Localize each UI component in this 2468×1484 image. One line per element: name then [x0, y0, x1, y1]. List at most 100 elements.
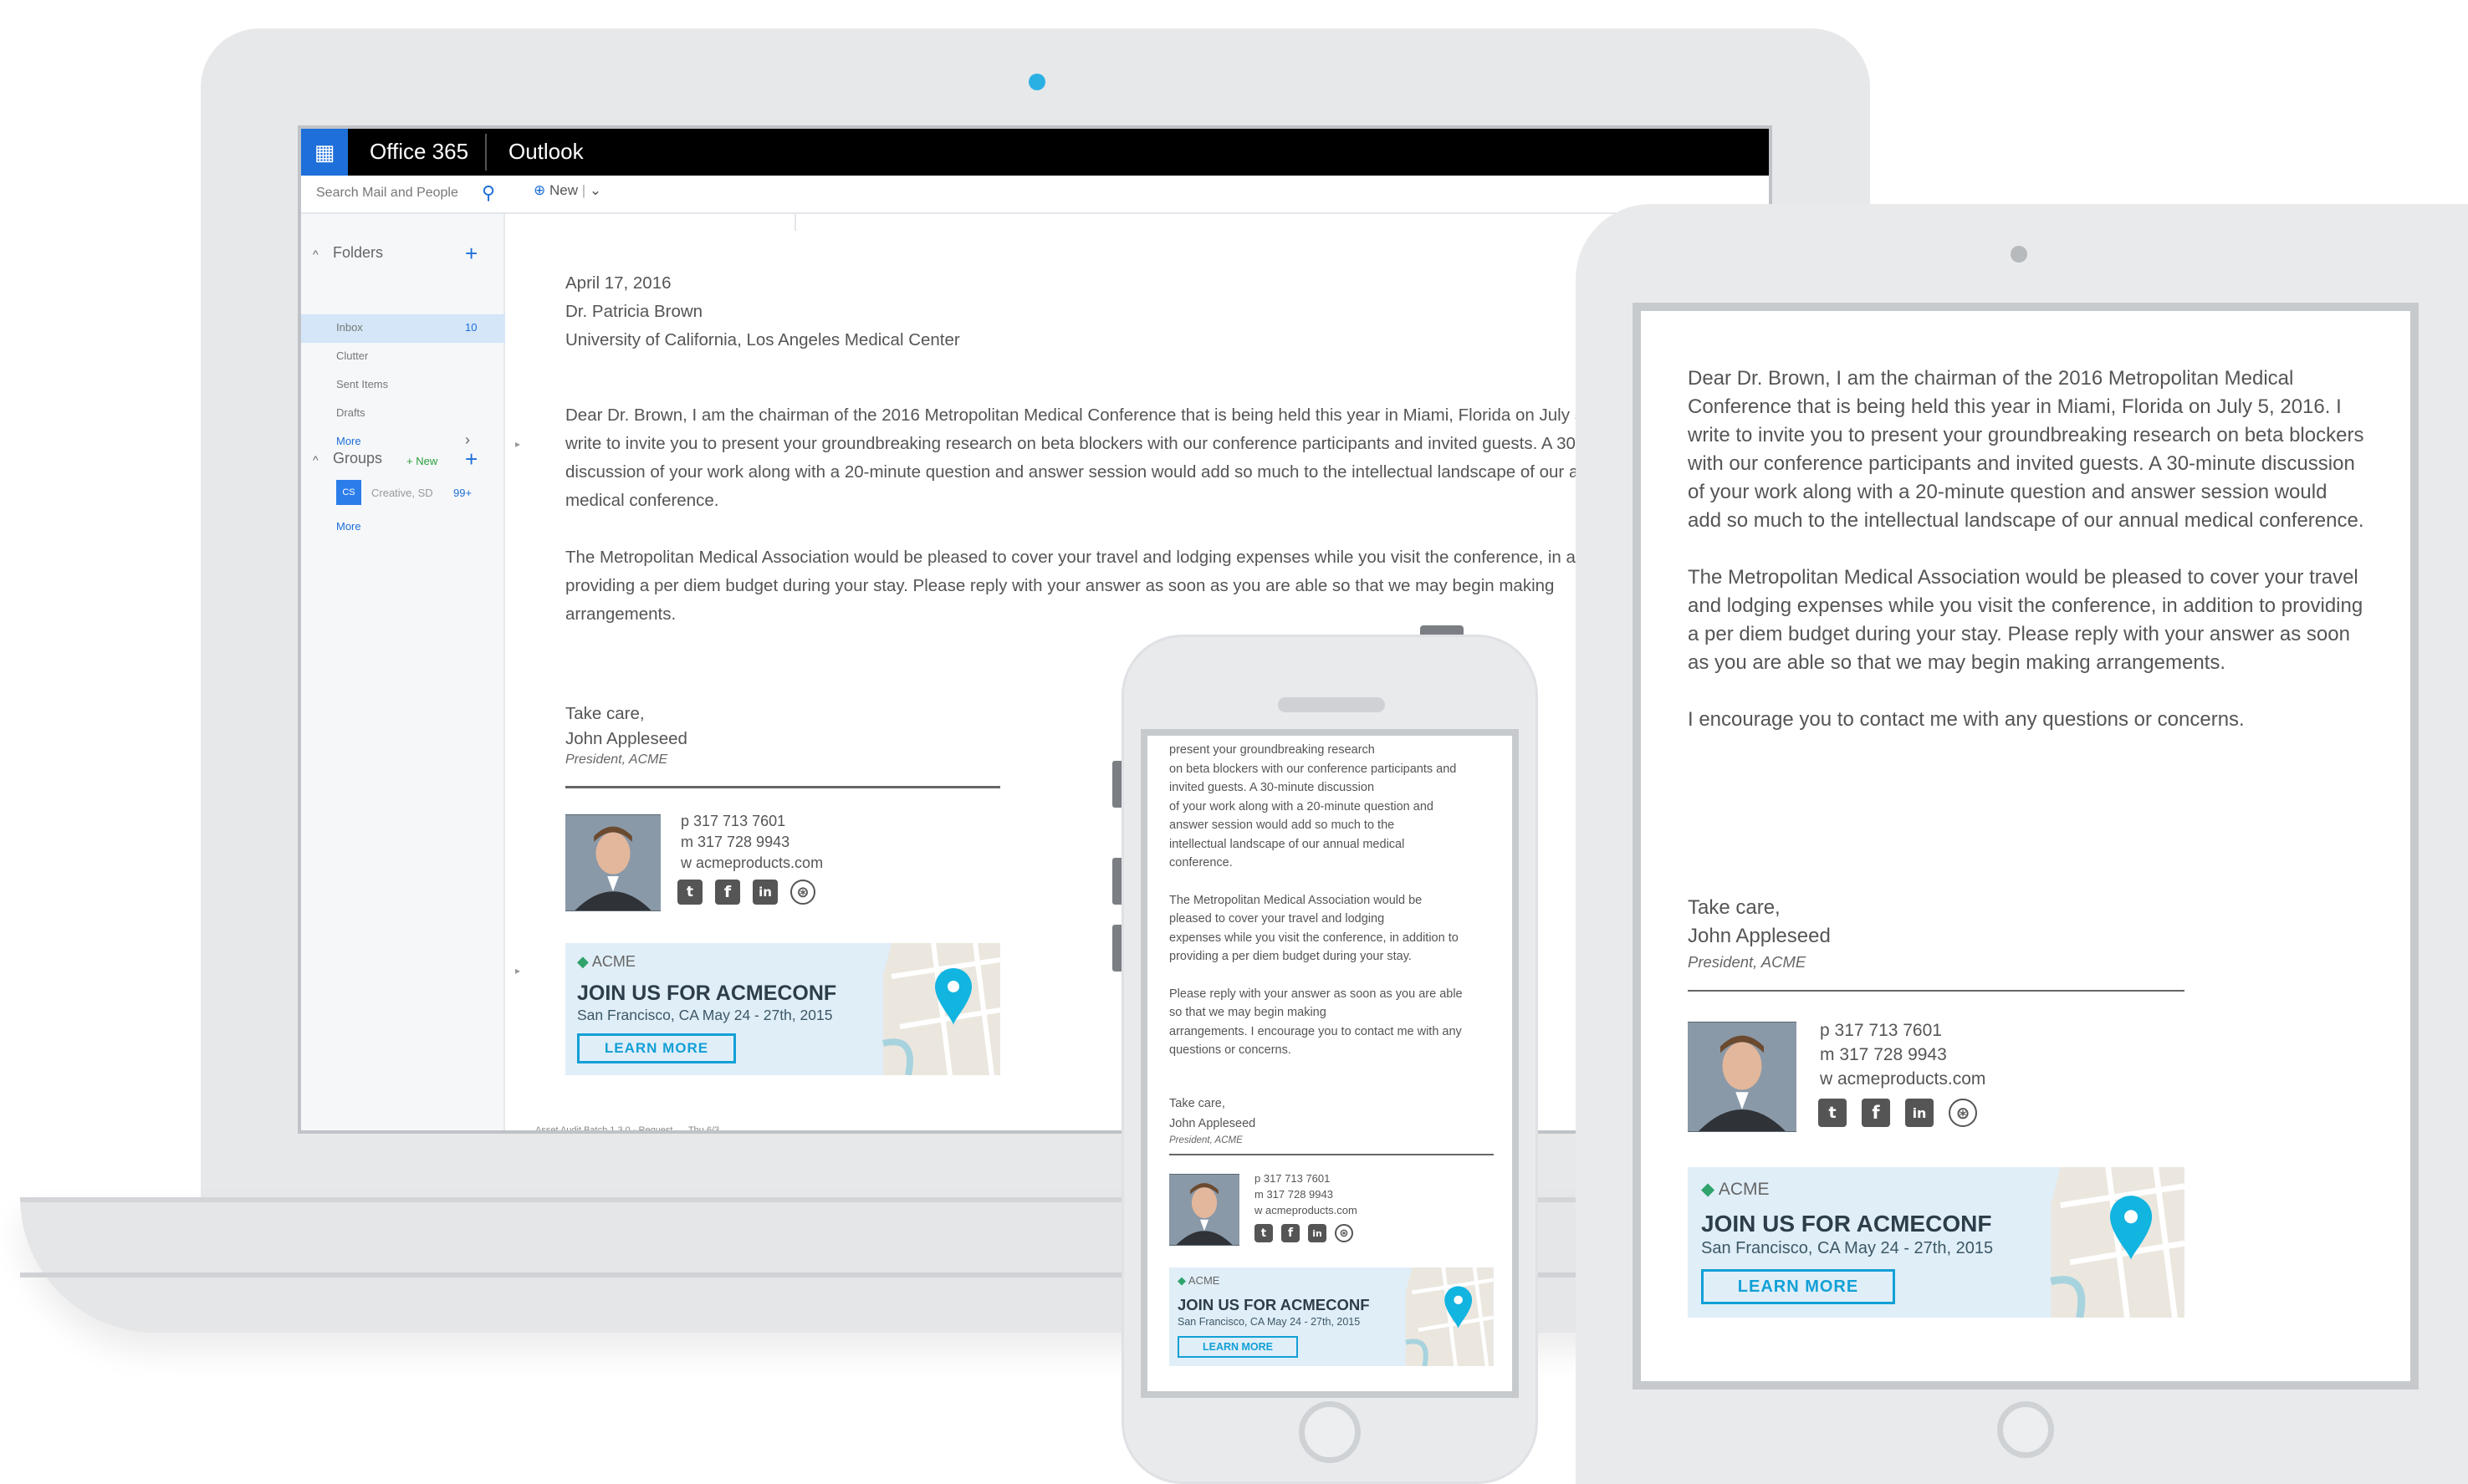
search-input[interactable]: Search Mail and People	[316, 186, 458, 201]
text-line: pleased to cover your travel and lodging	[1169, 912, 1385, 926]
banner-subline: San Francisco, CA May 24 - 27th, 2015	[1178, 1316, 1361, 1328]
social-icons: t f in ⊛	[1254, 1224, 1353, 1242]
contact-block: p 317 713 7601 m 317 728 9943 w acmeprod…	[681, 811, 823, 874]
expand-arrow-icon-2[interactable]: ▸	[515, 965, 520, 977]
groups-header[interactable]: Groups	[333, 450, 382, 467]
dribbble-icon[interactable]: ⊛	[1949, 1099, 1977, 1127]
folders-header[interactable]: Folders	[333, 244, 383, 262]
tablet-paragraph-1: Dear Dr. Brown, I am the chairman of the…	[1688, 367, 2364, 532]
side-tab-1	[1112, 761, 1124, 808]
learn-more-button[interactable]: LEARN MORE	[1701, 1269, 1895, 1304]
map-pin-icon	[1387, 1267, 1494, 1366]
app-title[interactable]: Office 365	[370, 139, 468, 165]
text-line: intellectual landscape of our annual med…	[1169, 837, 1405, 851]
linkedin-icon[interactable]: in	[753, 880, 778, 905]
phone-speaker	[1278, 697, 1385, 712]
tablet-paragraph-2: The Metropolitan Medical Association wou…	[1688, 566, 2363, 674]
signer-photo	[565, 814, 661, 911]
collapse-folders-icon[interactable]: ^	[313, 247, 319, 261]
learn-more-button[interactable]: LEARN MORE	[1178, 1336, 1298, 1358]
map-pin-icon	[2022, 1167, 2184, 1318]
add-folder-icon[interactable]: +	[465, 241, 478, 267]
twitter-icon[interactable]: t	[1254, 1224, 1273, 1242]
text-line: of your work along with a 20-minute ques…	[1169, 799, 1433, 813]
mobile-line[interactable]: m 317 728 9943	[681, 832, 823, 853]
website-link[interactable]: w acmeproducts.com	[1820, 1067, 1985, 1091]
folder-inbox[interactable]: Inbox	[336, 321, 363, 334]
website-link[interactable]: w acmeproducts.com	[1254, 1202, 1357, 1218]
dribbble-icon[interactable]: ⊛	[1335, 1224, 1353, 1242]
website-link[interactable]: w acmeproducts.com	[681, 853, 823, 874]
tablet-home-button[interactable]	[1997, 1401, 2054, 1458]
tablet-signature: Take care, John Appleseed President, ACM…	[1688, 896, 2206, 1331]
learn-more-button[interactable]: LEARN MORE	[577, 1033, 736, 1063]
groups-new-link[interactable]: + New	[406, 455, 437, 467]
banner-subline: San Francisco, CA May 24 - 27th, 2015	[577, 1007, 833, 1023]
phone-home-button[interactable]	[1299, 1401, 1361, 1463]
phone-screen: present your groundbreaking research on …	[1141, 729, 1519, 1398]
folder-sent-items[interactable]: Sent Items	[336, 378, 388, 390]
groups-more-link[interactable]: More	[336, 520, 361, 533]
folders-more-link[interactable]: More	[336, 435, 361, 447]
twitter-icon[interactable]: t	[677, 880, 703, 905]
reading-pane-divider	[795, 214, 796, 231]
search-icon[interactable]: ⚲	[482, 182, 495, 204]
signature-divider	[565, 786, 1000, 788]
linkedin-icon[interactable]: in	[1905, 1099, 1934, 1127]
folder-clutter[interactable]: Clutter	[336, 349, 368, 362]
facebook-icon[interactable]: f	[715, 880, 740, 905]
brand-name: ACME	[1718, 1180, 1770, 1199]
new-button[interactable]: ⊕ New | ⌄	[534, 182, 601, 199]
tablet-camera-icon	[2011, 246, 2027, 263]
phone-line: p 317 713 7601	[681, 813, 786, 829]
twitter-icon[interactable]: t	[1818, 1099, 1847, 1127]
tablet-paragraph-3: I encourage you to contact me with any q…	[1688, 708, 2245, 731]
text-line: conference.	[1169, 856, 1233, 869]
expand-arrow-icon[interactable]: ▸	[515, 438, 520, 450]
collapse-groups-icon[interactable]: ^	[313, 453, 319, 467]
social-icons: t f in ⊛	[677, 880, 815, 905]
folder-drafts[interactable]: Drafts	[336, 406, 365, 419]
side-tab-3	[1112, 925, 1124, 971]
row-subject: Asset Audit Batch 1.3.0 - Request	[535, 1125, 673, 1134]
acmeconf-banner[interactable]: ◆ ACME JOIN US FOR ACMECONF San Francisc…	[1169, 1267, 1494, 1366]
mobile-line[interactable]: m 317 728 9943	[1820, 1043, 1985, 1067]
text-line: on beta blockers with our conference par…	[1169, 762, 1457, 776]
waffle-grid-icon[interactable]: ▦	[301, 129, 348, 176]
topbar-divider	[485, 134, 487, 171]
acme-brand: ◆ ACME	[1701, 1179, 1770, 1200]
add-group-icon[interactable]: +	[465, 446, 478, 472]
text-line: questions or concerns.	[1169, 1043, 1291, 1057]
brand-name: ACME	[1188, 1274, 1220, 1287]
group-item-label[interactable]: Creative, SD	[371, 487, 433, 499]
facebook-icon[interactable]: f	[1862, 1099, 1890, 1127]
acme-logo-icon: ◆	[577, 953, 589, 970]
plus-circle-icon: ⊕	[534, 182, 546, 198]
signature-divider	[1169, 1154, 1494, 1155]
linkedin-icon[interactable]: in	[1308, 1224, 1326, 1242]
facebook-icon[interactable]: f	[1281, 1224, 1300, 1242]
phone-line: p 317 713 7601	[1820, 1021, 1942, 1040]
message-list-row[interactable]: Asset Audit Batch 1.3.0 - Request Thu 6/…	[535, 1125, 719, 1134]
side-tab-2	[1112, 858, 1124, 905]
text-line: so that we may begin making	[1169, 1006, 1326, 1019]
phone-email-text: present your groundbreaking research on …	[1169, 741, 1504, 1060]
brand-name: ACME	[591, 953, 636, 970]
group-avatar[interactable]: CS	[336, 480, 361, 505]
chevron-down-icon[interactable]: ⌄	[590, 182, 601, 198]
map-pin-icon	[858, 943, 1000, 1075]
closing: Take care,	[1688, 896, 1781, 919]
new-button-label: New	[549, 182, 578, 198]
phone: present your groundbreaking research on …	[1124, 637, 1535, 1481]
signer-title: President, ACME	[1688, 953, 1806, 971]
module-title[interactable]: Outlook	[508, 139, 584, 165]
acmeconf-banner[interactable]: ◆ ACME JOIN US FOR ACMECONF San Francisc…	[565, 943, 1000, 1075]
tablet-screen: Dear Dr. Brown, I am the chairman of the…	[1633, 303, 2419, 1390]
mobile-line[interactable]: m 317 728 9943	[1254, 1186, 1357, 1202]
text-line: Please reply with your answer as soon as…	[1169, 987, 1463, 1001]
folder-pane: ^ Folders + Inbox 10 Clutter Sent Items …	[301, 214, 505, 1130]
laptop-screen: ▦ Office 365 Outlook Search Mail and Peo…	[298, 125, 1772, 1134]
acme-brand: ◆ ACME	[577, 953, 636, 971]
acmeconf-banner[interactable]: ◆ ACME JOIN US FOR ACMECONF San Francisc…	[1688, 1167, 2184, 1318]
dribbble-icon[interactable]: ⊛	[790, 880, 815, 905]
